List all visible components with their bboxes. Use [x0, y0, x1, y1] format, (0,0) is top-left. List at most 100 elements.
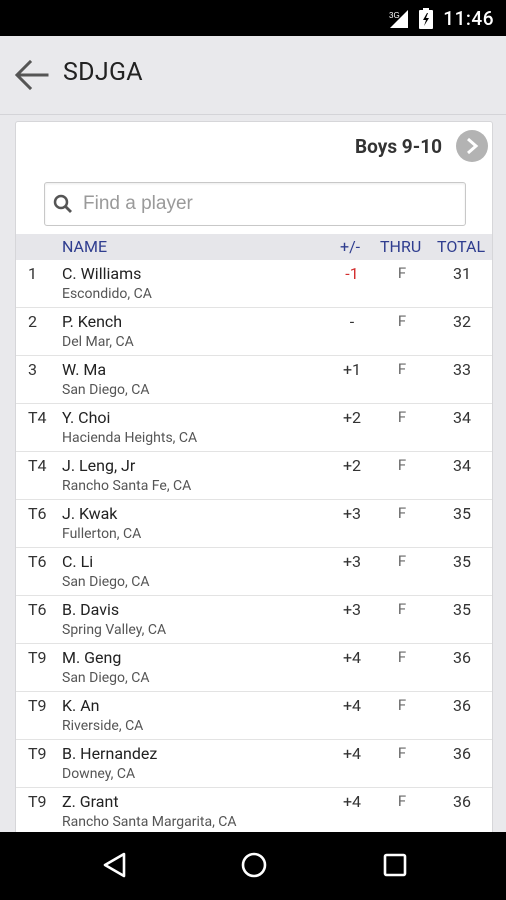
thru: F [397, 744, 407, 762]
total: 34 [453, 408, 471, 427]
table-row[interactable]: 3 W. Ma San Diego, CA +1 F 33 [16, 356, 492, 404]
status-bar: 3G 11:46 [0, 0, 506, 36]
player-name: M. Geng [62, 648, 122, 667]
table-row[interactable]: T4 J. Leng, Jr Rancho Santa Fe, CA +2 F 34 [16, 452, 492, 500]
player-name: P. Kench [62, 312, 123, 331]
player-city: Fullerton, CA [62, 526, 142, 542]
player-list: 1 C. Williams Escondido, CA -1 F 31 2 P. Kench… [16, 260, 492, 836]
player-name: W. Ma [62, 360, 107, 379]
player-name: Z. Grant [62, 792, 119, 811]
thru: F [397, 264, 407, 282]
thru: F [397, 792, 407, 810]
position: 2 [28, 312, 37, 331]
division-label: Boys 9-10 [355, 134, 442, 158]
home-circle-icon[interactable] [240, 851, 268, 879]
player-name: B. Davis [62, 600, 120, 619]
player-city: Rancho Santa Fe, CA [62, 478, 192, 494]
position: T4 [28, 408, 47, 427]
player-city: San Diego, CA [62, 574, 150, 590]
table-row[interactable]: 1 C. Williams Escondido, CA -1 F 31 [16, 260, 492, 308]
player-city: San Diego, CA [62, 382, 150, 398]
position: T6 [28, 600, 47, 619]
table-row[interactable]: T9 K. An Riverside, CA +4 F 36 [16, 692, 492, 740]
thru: F [397, 600, 407, 618]
position: 1 [28, 264, 37, 283]
position: T4 [28, 456, 47, 475]
to-par: +4 [342, 792, 362, 811]
position: T9 [28, 744, 47, 763]
col-to-par: +/- [340, 237, 361, 256]
total: 36 [453, 792, 471, 811]
position: T6 [28, 552, 47, 571]
player-city: Riverside, CA [62, 718, 144, 734]
thru: F [397, 312, 407, 330]
app-title: SDJGA [63, 58, 143, 87]
to-par: -1 [345, 264, 359, 283]
player-name: J. Kwak [62, 504, 118, 523]
position: T9 [28, 696, 47, 715]
battery-icon [419, 8, 433, 29]
table-header: NAME +/- THRU TOTAL [16, 234, 492, 260]
to-par: +3 [342, 504, 362, 523]
thru: F [397, 648, 407, 666]
total: 31 [453, 264, 471, 283]
player-name: Y. Choi [62, 408, 111, 427]
player-city: Rancho Santa Margarita, CA [62, 814, 237, 830]
table-row[interactable]: T9 Z. Grant Rancho Santa Margarita, CA +4 F 3… [16, 788, 492, 836]
recents-square-icon[interactable] [382, 851, 408, 879]
position: T6 [28, 504, 47, 523]
col-total: TOTAL [437, 237, 486, 256]
search-icon [53, 194, 72, 213]
leaderboard-card: Boys 9-10 NAME +/- THRU TOTAL 1 C. Willia… [15, 121, 493, 843]
to-par: +2 [342, 408, 362, 427]
table-row[interactable]: T6 C. Li San Diego, CA +3 F 35 [16, 548, 492, 596]
thru: F [397, 456, 407, 474]
to-par: +4 [342, 696, 362, 715]
table-row[interactable]: 2 P. Kench Del Mar, CA - F 32 [16, 308, 492, 356]
total: 32 [453, 312, 471, 331]
player-city: Del Mar, CA [62, 334, 134, 350]
table-row[interactable]: T6 B. Davis Spring Valley, CA +3 F 35 [16, 596, 492, 644]
table-row[interactable]: T9 M. Geng San Diego, CA +4 F 36 [16, 644, 492, 692]
total: 35 [453, 600, 471, 619]
thru: F [397, 696, 407, 714]
to-par: - [349, 312, 355, 331]
division-selector[interactable]: Boys 9-10 [355, 128, 488, 164]
player-city: Spring Valley, CA [62, 622, 167, 638]
thru: F [397, 552, 407, 570]
search-input[interactable] [81, 189, 455, 219]
network-type-label: 3G [389, 11, 400, 20]
player-city: Escondido, CA [62, 286, 152, 302]
system-nav-bar [0, 832, 506, 900]
total: 34 [453, 456, 471, 475]
total: 36 [453, 744, 471, 763]
player-name: B. Hernandez [62, 744, 158, 763]
to-par: +3 [342, 600, 362, 619]
table-row[interactable]: T6 J. Kwak Fullerton, CA +3 F 35 [16, 500, 492, 548]
table-row[interactable]: T9 B. Hernandez Downey, CA +4 F 36 [16, 740, 492, 788]
player-name: J. Leng, Jr [62, 456, 136, 475]
position: T9 [28, 792, 47, 811]
position: 3 [28, 360, 37, 379]
player-name: C. Li [62, 552, 94, 571]
position: T9 [28, 648, 47, 667]
player-search[interactable] [44, 182, 466, 226]
total: 35 [453, 504, 471, 523]
to-par: +4 [342, 648, 362, 667]
player-name: K. An [62, 696, 100, 715]
signal-icon: 3G [389, 10, 408, 28]
thru: F [397, 360, 407, 378]
chevron-right-icon[interactable] [456, 130, 488, 162]
back-triangle-icon[interactable] [101, 851, 127, 879]
player-city: San Diego, CA [62, 670, 150, 686]
to-par: +3 [342, 552, 362, 571]
col-thru: THRU [380, 237, 422, 256]
app-bar: SDJGA [0, 36, 506, 115]
clock: 11:46 [443, 7, 494, 30]
back-arrow-icon[interactable] [14, 58, 50, 92]
total: 36 [453, 648, 471, 667]
table-row[interactable]: T4 Y. Choi Hacienda Heights, CA +2 F 34 [16, 404, 492, 452]
total: 36 [453, 696, 471, 715]
thru: F [397, 504, 407, 522]
total: 33 [453, 360, 471, 379]
